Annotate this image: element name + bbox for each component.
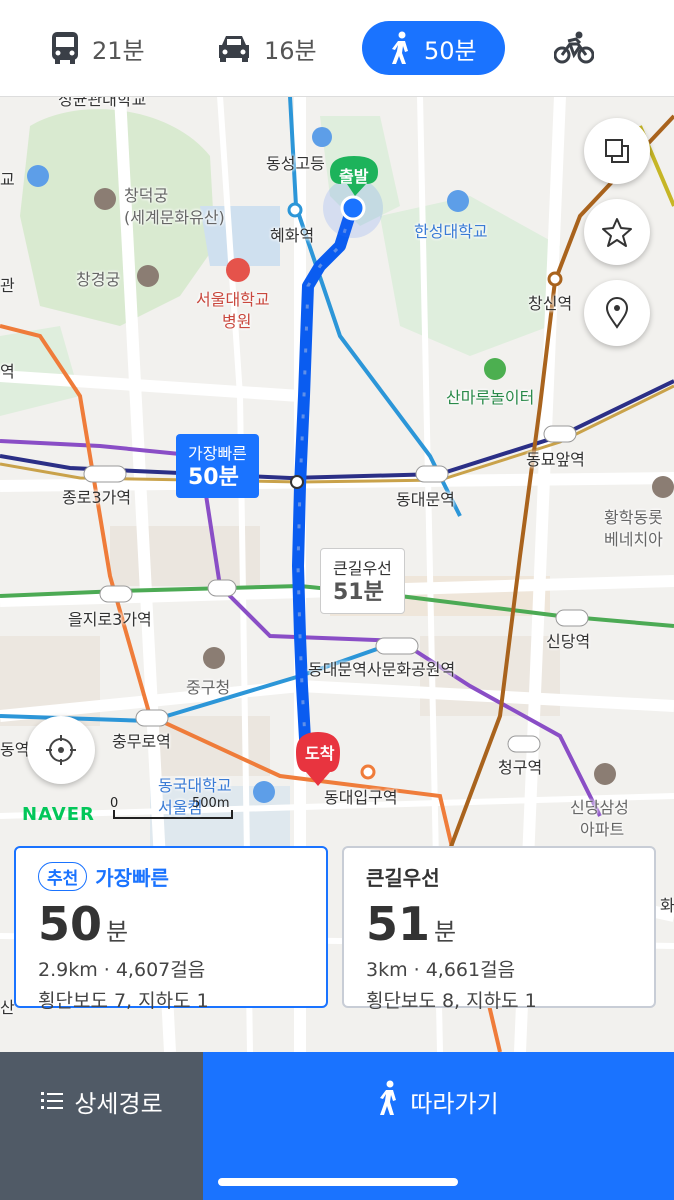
station-label: 창신역 xyxy=(528,294,573,313)
map-label: 산마루놀이터 xyxy=(446,388,535,407)
bubble-time: 51분 xyxy=(333,580,384,605)
bus-icon xyxy=(52,32,78,64)
station-label: 동묘앞역 xyxy=(526,450,585,469)
map-label: 한성대학교 xyxy=(414,222,488,241)
scale-zero: 0 xyxy=(110,796,119,811)
route-time-unit: 분 xyxy=(434,918,457,946)
station-label: 혜화역 xyxy=(270,226,315,245)
route-title: 큰길우선 xyxy=(366,866,440,890)
detail-route-button[interactable]: 상세경로 xyxy=(0,1052,203,1200)
map-label: 창경궁 xyxy=(76,270,121,289)
list-icon xyxy=(41,1092,64,1109)
favorite-button[interactable] xyxy=(584,199,650,265)
route-time-unit: 분 xyxy=(106,918,129,946)
mode-transit-label: 21분 xyxy=(92,36,145,65)
bubble-title: 가장빠른 xyxy=(188,444,247,463)
follow-route-label: 따라가기 xyxy=(410,1090,499,1118)
station-label: 동대문역 xyxy=(396,490,455,509)
bicycle-icon xyxy=(554,31,594,64)
mode-car-label: 16분 xyxy=(264,36,317,65)
star-icon xyxy=(602,218,632,247)
map-label: 산 xyxy=(0,998,15,1017)
route-distance: 2.9km · 4,607걸음 xyxy=(38,959,206,981)
station-label: 청구역 xyxy=(498,758,543,777)
map-pin-icon xyxy=(605,297,629,329)
route-bubble-fastest[interactable]: 가장빠른 50분 xyxy=(176,434,259,498)
station-label: 동대문역사문화공원역 xyxy=(308,660,456,679)
transport-mode-bar: 21분 16분 50분 xyxy=(0,0,674,97)
start-pin-label[interactable]: 출발 xyxy=(339,163,368,187)
map-layers-button[interactable] xyxy=(584,118,650,184)
map-label: 역 xyxy=(0,362,15,381)
map-label: (세계문화유산) xyxy=(124,208,225,227)
route-time: 51 xyxy=(366,897,431,951)
home-indicator xyxy=(218,1178,458,1186)
map-label: 신당삼성 xyxy=(570,798,629,817)
route-bubble-bigroad[interactable]: 큰길우선 51분 xyxy=(320,548,405,614)
station-label: 을지로3가역 xyxy=(68,610,152,629)
end-pin-label[interactable]: 도착 xyxy=(305,740,334,764)
map-label: 동국대학교 xyxy=(158,776,232,795)
map-label: 서울대학교 xyxy=(196,290,270,309)
route-time: 50 xyxy=(38,897,103,951)
station-label: 동대입구역 xyxy=(324,788,398,807)
map-label: 동성고등 xyxy=(266,154,325,173)
station-label: 충무로역 xyxy=(112,732,171,751)
crosshair-icon xyxy=(46,735,76,765)
route-card-bigroad[interactable]: 큰길우선 51 분 3km · 4,661걸음 횡단보도 8, 지하도 1 xyxy=(342,846,656,1012)
mode-transit-tab[interactable]: 21분 xyxy=(50,21,145,75)
car-icon xyxy=(219,36,249,62)
mode-walk-label: 50분 xyxy=(424,36,477,65)
map-label: 교 xyxy=(0,170,15,189)
walk-icon xyxy=(392,31,408,64)
map-label: 창덕궁 xyxy=(124,186,169,205)
current-location-button[interactable] xyxy=(27,716,95,784)
recommend-badge: 추천 xyxy=(38,862,88,891)
route-crossings: 횡단보도 8, 지하도 1 xyxy=(366,990,537,1012)
bubble-title: 큰길우선 xyxy=(333,559,392,578)
place-pin-button[interactable] xyxy=(584,280,650,346)
map-label: 관 xyxy=(0,276,15,295)
route-title: 가장빠른 xyxy=(95,866,169,890)
station-label: 종로3가역 xyxy=(62,488,132,507)
mode-walk-tab[interactable]: 50분 xyxy=(362,21,505,75)
mode-car-tab[interactable]: 16분 xyxy=(216,21,317,75)
map-label: 베네치아 xyxy=(604,530,663,549)
map-label: 아파트 xyxy=(580,820,625,839)
scale-label: 500m xyxy=(192,796,230,811)
bubble-time: 50분 xyxy=(188,465,239,490)
map-label: 병원 xyxy=(222,312,252,331)
map-label: 동역 xyxy=(0,740,30,759)
map-label: 중구청 xyxy=(186,678,231,697)
station-label: 신당역 xyxy=(546,632,591,651)
map-label: 화 xyxy=(660,896,674,915)
route-card-fastest[interactable]: 추천 가장빠른 50 분 2.9km · 4,607걸음 횡단보도 7, 지하도… xyxy=(14,846,328,1012)
route-distance: 3km · 4,661걸음 xyxy=(366,959,516,981)
map-label: 성균관대학교 xyxy=(58,96,147,109)
walk-icon xyxy=(380,1080,397,1115)
map-label: 황학동롯 xyxy=(604,508,663,527)
layers-icon xyxy=(605,139,629,163)
route-crossings: 횡단보도 7, 지하도 1 xyxy=(38,990,209,1012)
naver-logo: NAVER xyxy=(22,804,95,825)
detail-route-label: 상세경로 xyxy=(74,1090,163,1118)
mode-bike-tab[interactable] xyxy=(554,21,594,75)
